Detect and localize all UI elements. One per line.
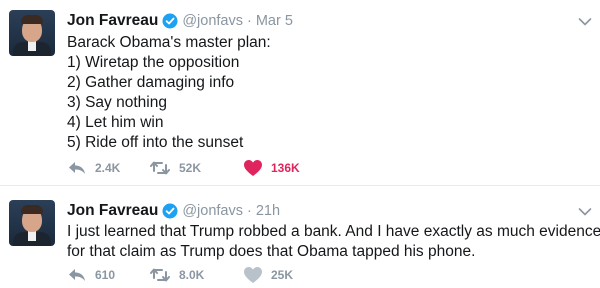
tweet-feed: Jon Favreau @jonfavs · Mar 5 Barack Obam… xyxy=(0,0,600,288)
retweet-icon xyxy=(149,160,171,176)
chevron-down-icon[interactable] xyxy=(578,204,592,216)
verified-badge-icon xyxy=(162,13,178,29)
tweet-text-line: 2) Gather damaging info xyxy=(67,74,235,91)
reply-button[interactable]: 610 xyxy=(67,264,149,286)
retweet-count: 8.0K xyxy=(179,268,205,282)
tweet-actions: 2.4K 52K 136K xyxy=(67,157,333,179)
reply-count: 2.4K xyxy=(95,161,121,175)
author-name[interactable]: Jon Favreau xyxy=(67,202,158,220)
tweet-text-line: 3) Say nothing xyxy=(67,94,167,111)
avatar[interactable] xyxy=(9,10,55,56)
tweet-text-line: 4) Let him win xyxy=(67,114,164,131)
avatar-collar xyxy=(28,231,36,241)
avatar-collar xyxy=(28,41,36,51)
tweet-text: I just learned that Trump robbed a bank.… xyxy=(67,222,600,262)
tweet-text-line: I just learned that Trump robbed a bank.… xyxy=(67,223,600,240)
tweet[interactable]: Jon Favreau @jonfavs · Mar 5 Barack Obam… xyxy=(0,0,600,185)
heart-icon xyxy=(243,266,263,284)
reply-button[interactable]: 2.4K xyxy=(67,157,149,179)
verified-badge-icon xyxy=(162,203,178,219)
tweet-text: Barack Obama's master plan: 1) Wiretap t… xyxy=(67,33,589,153)
heart-icon xyxy=(243,159,263,177)
tweet-timestamp[interactable]: Mar 5 xyxy=(256,13,293,29)
avatar-hair xyxy=(21,15,43,24)
tweet-actions: 610 8.0K 25K xyxy=(67,264,333,286)
tweet-text-line: 5) Ride off into the sunset xyxy=(67,134,244,151)
tweet-header: Jon Favreau @jonfavs · Mar 5 xyxy=(67,10,293,32)
meta-separator: · xyxy=(246,13,252,29)
retweet-button[interactable]: 52K xyxy=(149,157,243,179)
tweet-text-line: 1) Wiretap the opposition xyxy=(67,54,240,71)
meta-separator: · xyxy=(246,203,252,219)
chevron-down-icon[interactable] xyxy=(578,14,592,26)
avatar[interactable] xyxy=(9,200,55,246)
reply-icon xyxy=(67,160,87,176)
avatar-hair xyxy=(21,205,43,214)
retweet-icon xyxy=(149,267,171,283)
tweet-header: Jon Favreau @jonfavs · 21h xyxy=(67,200,280,222)
author-name[interactable]: Jon Favreau xyxy=(67,12,158,30)
tweet-timestamp[interactable]: 21h xyxy=(256,203,280,219)
tweet-text-line: for that claim as Trump does that Obama … xyxy=(67,243,476,260)
retweet-button[interactable]: 8.0K xyxy=(149,264,243,286)
author-handle[interactable]: @jonfavs xyxy=(182,13,243,29)
reply-count: 610 xyxy=(95,268,116,282)
like-button[interactable]: 136K xyxy=(243,157,333,179)
author-handle[interactable]: @jonfavs xyxy=(182,203,243,219)
retweet-count: 52K xyxy=(179,161,202,175)
like-button[interactable]: 25K xyxy=(243,264,333,286)
like-count: 25K xyxy=(271,268,294,282)
tweet-text-line: Barack Obama's master plan: xyxy=(67,34,271,51)
reply-icon xyxy=(67,267,87,283)
like-count: 136K xyxy=(271,161,300,175)
